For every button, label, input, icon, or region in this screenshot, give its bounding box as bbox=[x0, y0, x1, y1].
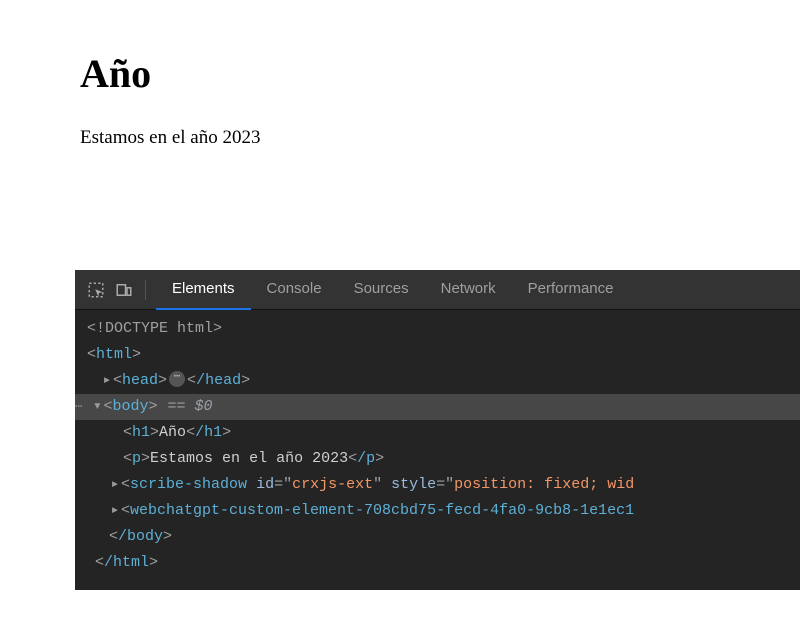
inspect-element-icon[interactable] bbox=[87, 281, 105, 299]
page-content: Año Estamos en el año 2023 bbox=[0, 0, 800, 149]
dom-html-close[interactable]: </html> bbox=[75, 550, 800, 576]
page-heading: Año bbox=[80, 50, 800, 97]
tab-elements[interactable]: Elements bbox=[156, 270, 251, 310]
page-paragraph: Estamos en el año 2023 bbox=[80, 127, 800, 149]
chevron-right-icon[interactable]: ▸ bbox=[109, 498, 121, 524]
dom-doctype[interactable]: <!DOCTYPE html> bbox=[75, 316, 800, 342]
tab-sources[interactable]: Sources bbox=[338, 270, 425, 310]
tab-console[interactable]: Console bbox=[251, 270, 338, 310]
chevron-right-icon[interactable]: ▸ bbox=[109, 472, 121, 498]
dom-body-open[interactable]: ⋯ ▾<body>== $0 bbox=[75, 394, 800, 420]
dom-scribe-shadow[interactable]: ▸<scribe-shadow id="crxjs-ext" style="po… bbox=[75, 472, 800, 498]
devtools-panel: Elements Console Sources Network Perform… bbox=[75, 270, 800, 590]
devtools-tabbar: Elements Console Sources Network Perform… bbox=[75, 270, 800, 310]
device-toolbar-icon[interactable] bbox=[115, 281, 133, 299]
toolbar-separator bbox=[145, 280, 146, 300]
tab-network[interactable]: Network bbox=[425, 270, 512, 310]
dom-p[interactable]: <p>Estamos en el año 2023</p> bbox=[75, 446, 800, 472]
dom-head[interactable]: ▸<head>⋯</head> bbox=[75, 368, 800, 394]
selected-node-marker: == $0 bbox=[167, 398, 212, 415]
dom-body-close[interactable]: </body> bbox=[75, 524, 800, 550]
collapsed-ellipsis-icon[interactable]: ⋯ bbox=[169, 371, 185, 387]
tab-performance[interactable]: Performance bbox=[512, 270, 630, 310]
dom-html-open[interactable]: <html> bbox=[75, 342, 800, 368]
chevron-right-icon[interactable]: ▸ bbox=[101, 368, 113, 394]
dom-h1[interactable]: <h1>Año</h1> bbox=[75, 420, 800, 446]
chevron-down-icon[interactable]: ▾ bbox=[91, 394, 103, 420]
dom-webchatgpt[interactable]: ▸<webchatgpt-custom-element-708cbd75-fec… bbox=[75, 498, 800, 524]
dom-tree[interactable]: <!DOCTYPE html> <html> ▸<head>⋯</head> ⋯… bbox=[75, 310, 800, 590]
